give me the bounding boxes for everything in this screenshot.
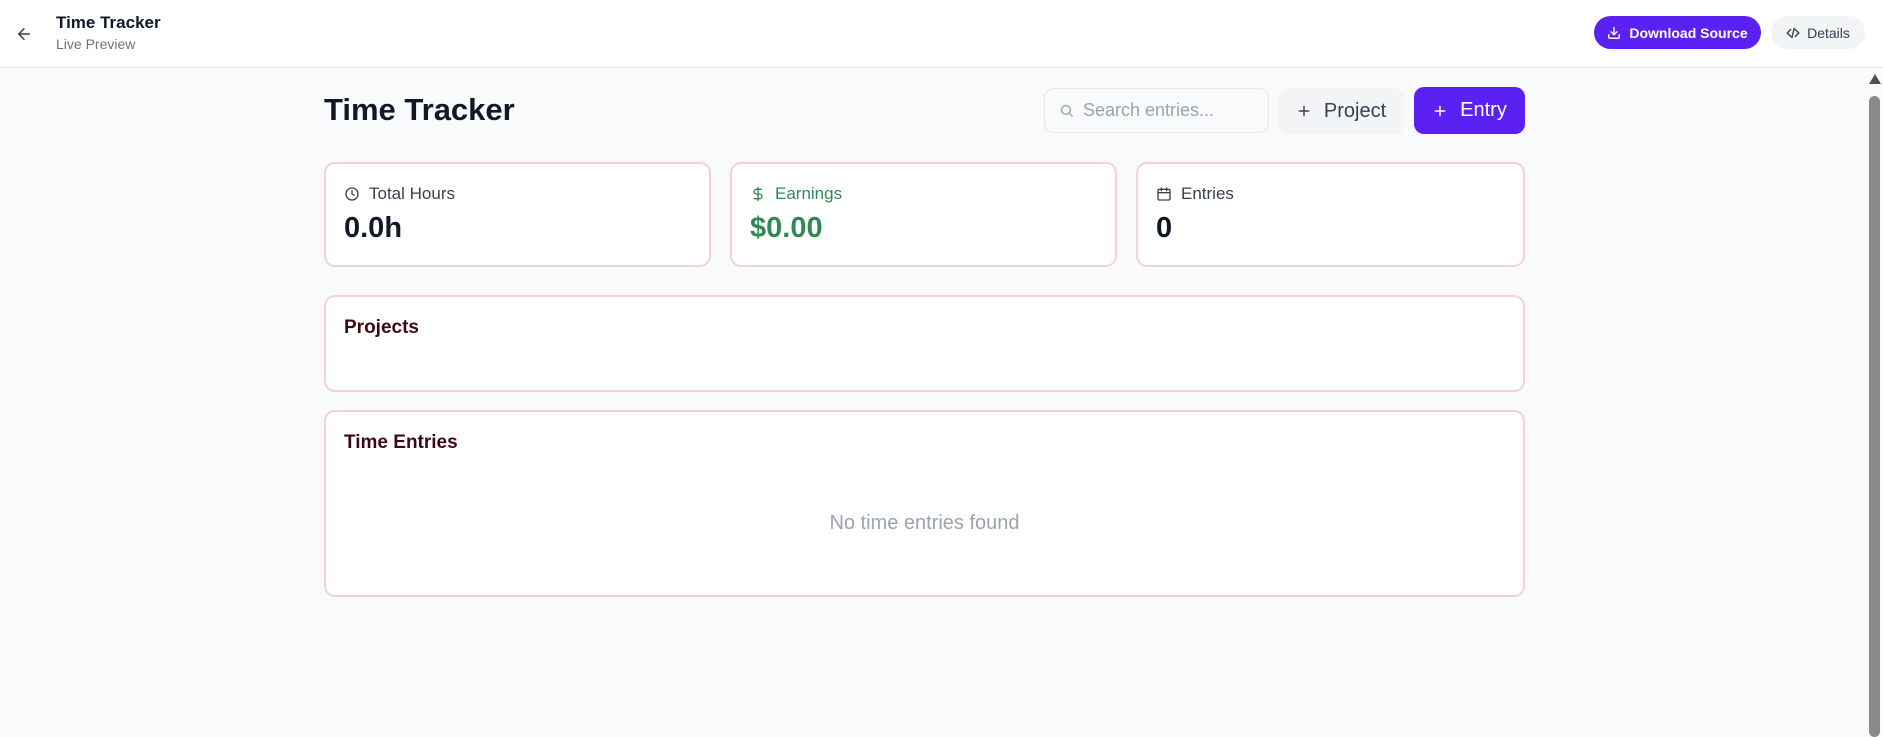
scrollbar-thumb[interactable] <box>1869 96 1880 737</box>
total-hours-card: Total Hours 0.0h <box>324 162 711 267</box>
earnings-label: Earnings <box>775 184 843 203</box>
add-project-label: Project <box>1323 99 1387 122</box>
earnings-card: Earnings $0.00 <box>730 162 1117 267</box>
plus-icon <box>1434 105 1446 116</box>
entries-card: Entries 0 <box>1136 162 1525 267</box>
time-entries-title: Time Entries <box>344 432 458 453</box>
download-source-label: Download Source <box>1629 24 1748 41</box>
add-entry-label: Entry <box>1460 99 1507 121</box>
add-entry-button[interactable]: Entry <box>1414 87 1525 134</box>
app-title: Time Tracker <box>56 13 161 32</box>
time-entries-card: Time Entries No time entries found <box>324 410 1525 597</box>
search-box <box>1044 88 1269 133</box>
back-button[interactable] <box>10 20 38 48</box>
download-source-button[interactable]: Download Source <box>1594 16 1761 49</box>
empty-entries-message: No time entries found <box>829 512 1020 534</box>
code-icon <box>1786 27 1800 38</box>
scrollbar[interactable] <box>1866 68 1883 737</box>
arrow-left-icon <box>18 28 30 40</box>
entries-label: Entries <box>1181 184 1234 203</box>
add-project-button[interactable]: Project <box>1278 88 1404 134</box>
scroll-up-arrow-icon[interactable] <box>1869 74 1881 84</box>
main-content: Time Tracker Project Entry Total Hours 0… <box>0 68 1866 737</box>
projects-title: Projects <box>344 317 419 338</box>
total-hours-value: 0.0h <box>344 212 403 244</box>
clock-icon <box>345 187 359 201</box>
search-input[interactable] <box>1083 89 1263 132</box>
projects-card: Projects <box>324 295 1525 392</box>
search-icon <box>1060 104 1073 117</box>
details-label: Details <box>1807 24 1850 41</box>
dollar-icon <box>753 186 763 202</box>
total-hours-label: Total Hours <box>369 184 455 203</box>
app-subtitle: Live Preview <box>56 36 136 52</box>
plus-icon <box>1298 105 1310 117</box>
earnings-value: $0.00 <box>750 212 823 244</box>
details-button[interactable]: Details <box>1771 16 1865 49</box>
download-icon <box>1608 26 1621 39</box>
entries-value: 0 <box>1156 212 1173 244</box>
page-title: Time Tracker <box>324 92 515 127</box>
calendar-icon <box>1157 187 1171 201</box>
top-bar: Time Tracker Live Preview Download Sourc… <box>0 0 1883 68</box>
